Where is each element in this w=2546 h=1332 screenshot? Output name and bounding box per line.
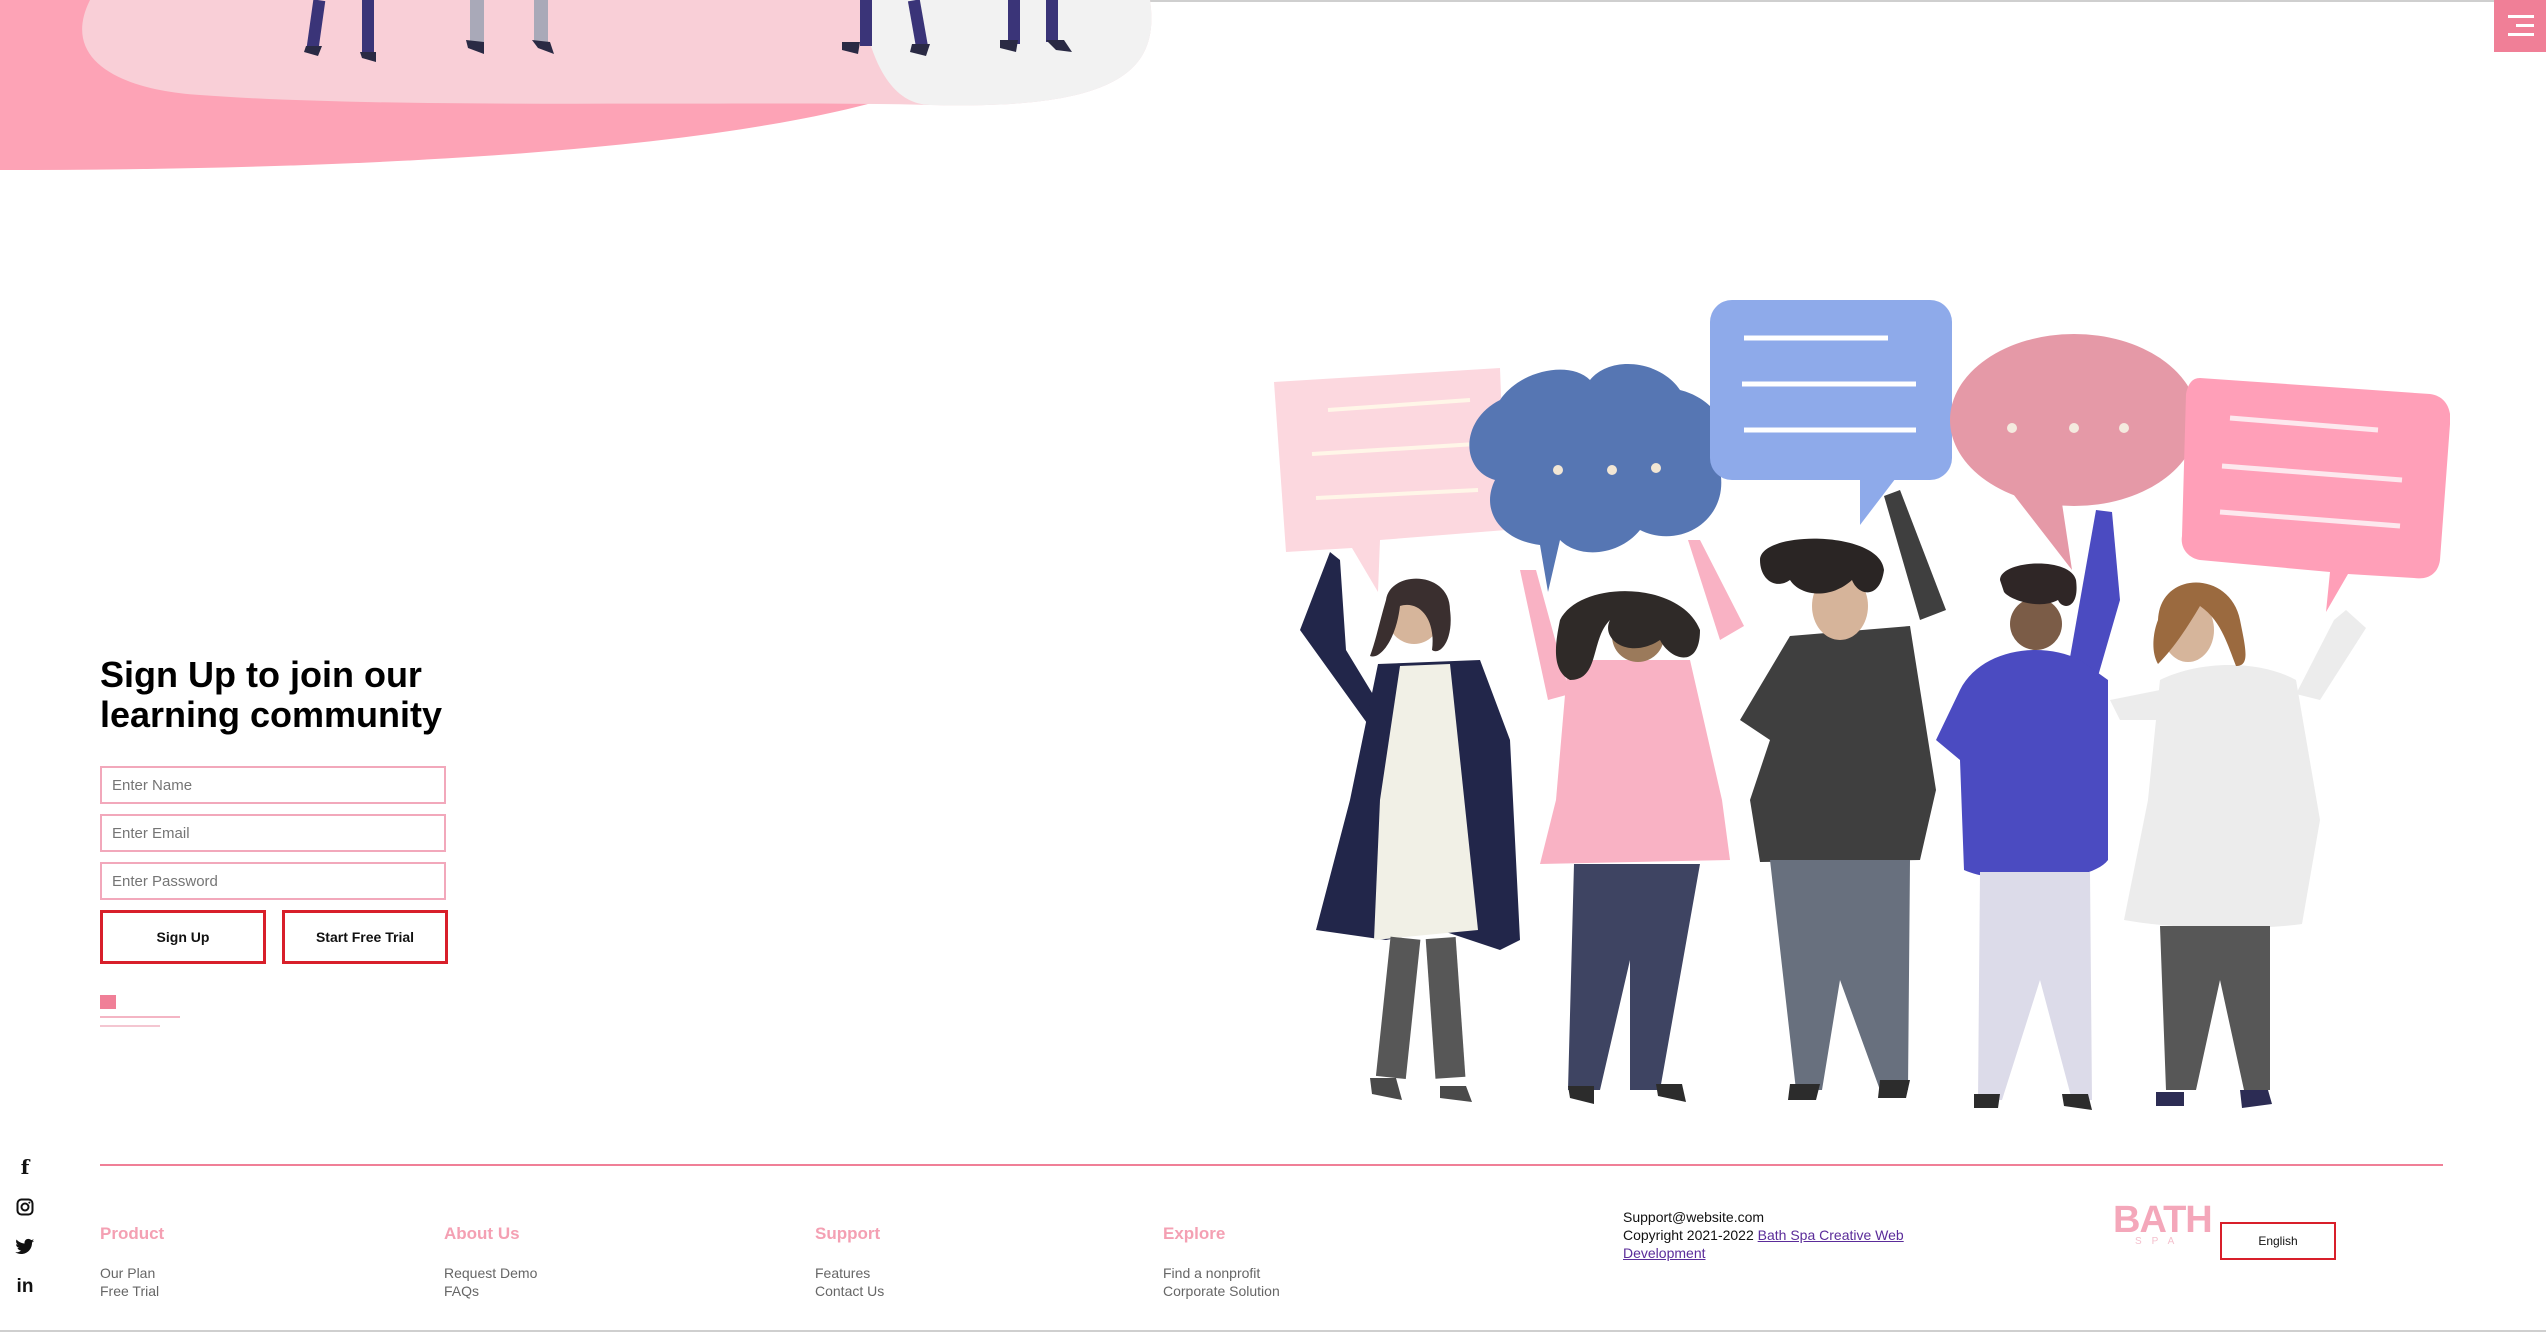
language-selector[interactable]: English [2220, 1222, 2336, 1260]
linkedin-icon[interactable]: in [14, 1276, 36, 1298]
sign-up-button[interactable]: Sign Up [100, 910, 266, 964]
slider-line [100, 1025, 160, 1027]
footer-column-explore: Explore Find a nonprofit Corporate Solut… [1163, 1224, 1280, 1300]
copyright: Copyright 2021-2022 Bath Spa Creative We… [1623, 1226, 1923, 1262]
footer-link-faqs[interactable]: FAQs [444, 1282, 537, 1300]
community-illustration [1274, 300, 2450, 1110]
email-input[interactable] [100, 814, 446, 852]
logo-subtext: SPA [2135, 1236, 2184, 1246]
footer-link-find-nonprofit[interactable]: Find a nonprofit [1163, 1264, 1280, 1282]
footer-link-corporate-solution[interactable]: Corporate Solution [1163, 1282, 1280, 1300]
footer-link-request-demo[interactable]: Request Demo [444, 1264, 537, 1282]
footer-heading: Support [815, 1224, 881, 1243]
footer-column-about: About Us Request Demo FAQs [444, 1224, 537, 1300]
signup-heading: Sign Up to join our learning community [100, 654, 443, 735]
footer-link-our-plan[interactable]: Our Plan [100, 1264, 164, 1282]
logo-text: BATH [2113, 1199, 2212, 1241]
footer-contact: Support@website.com Copyright 2021-2022 … [1623, 1208, 1923, 1262]
footer-heading: About Us [444, 1224, 520, 1243]
slider-indicator[interactable] [100, 995, 116, 1009]
footer-link-features[interactable]: Features [815, 1264, 884, 1282]
start-free-trial-button[interactable]: Start Free Trial [282, 910, 448, 964]
footer-divider [100, 1164, 2443, 1166]
hamburger-menu-icon[interactable] [2494, 0, 2546, 52]
twitter-icon[interactable] [14, 1236, 36, 1258]
hero-illustration [0, 0, 1152, 170]
copyright-text: Copyright 2021-2022 [1623, 1227, 1754, 1243]
bath-spa-logo: BATH SPA [2113, 1199, 2213, 1246]
instagram-icon[interactable] [14, 1196, 36, 1218]
name-input[interactable] [100, 766, 446, 804]
password-input[interactable] [100, 862, 446, 900]
footer-heading: Product [100, 1224, 165, 1243]
footer-link-free-trial[interactable]: Free Trial [100, 1282, 164, 1300]
support-email: Support@website.com [1623, 1209, 1765, 1225]
footer-column-support: Support Features Contact Us [815, 1224, 884, 1300]
slider-line [100, 1016, 180, 1018]
footer-column-product: Product Our Plan Free Trial [100, 1224, 164, 1300]
facebook-icon[interactable]: f [14, 1155, 36, 1179]
footer-link-contact-us[interactable]: Contact Us [815, 1282, 884, 1300]
footer-heading: Explore [1163, 1224, 1226, 1243]
